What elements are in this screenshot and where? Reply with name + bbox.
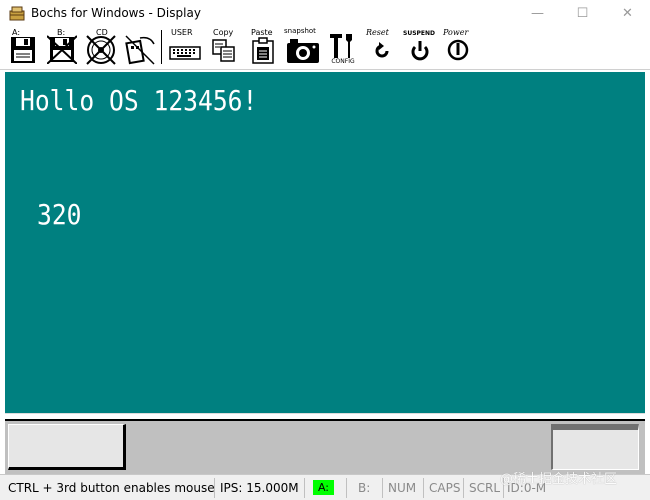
maximize-button[interactable]: ☐ — [560, 0, 605, 26]
reset-button[interactable]: Reset — [365, 28, 397, 66]
floppy-a-icon — [11, 37, 35, 63]
reset-label: Reset — [366, 28, 389, 37]
status-separator — [463, 478, 464, 498]
panel-box-right — [551, 424, 639, 470]
usb-device-icon — [125, 35, 155, 65]
caps-lock-indicator: CAPS — [429, 481, 461, 495]
suspend-label: SUSPEND — [403, 30, 436, 37]
status-separator — [382, 478, 383, 498]
tools-icon — [330, 34, 352, 58]
panel-box-left — [8, 424, 126, 470]
mouse-hint: CTRL + 3rd button enables mouse — [8, 481, 215, 495]
emulator-display[interactable]: Hollo OS 123456! 320 — [5, 72, 645, 413]
config-button[interactable]: CONFIG — [327, 28, 359, 66]
window-title: Bochs for Windows - Display — [31, 6, 201, 20]
camera-icon — [287, 39, 319, 63]
power-icon — [447, 39, 469, 61]
watermark: @稀土掘金技术社区 — [500, 472, 618, 487]
floppy-b-icon — [47, 35, 77, 64]
status-separator — [214, 478, 215, 498]
usb-button[interactable] — [124, 28, 156, 66]
toolbar-separator — [161, 30, 162, 64]
clipboard-icon — [252, 37, 274, 64]
config-label: CONFIG — [331, 58, 355, 65]
copy-icon — [212, 39, 235, 62]
title-bar: Bochs for Windows - Display — ☐ ✕ — [0, 0, 650, 26]
screen-text-line-2: 320 — [37, 198, 82, 231]
window-controls: — ☐ ✕ — [515, 0, 650, 26]
cdrom-button[interactable]: CD — [84, 28, 118, 66]
power-label: Power — [443, 28, 469, 37]
drive-a-indicator: A: — [313, 480, 334, 495]
copy-label: Copy — [213, 28, 234, 37]
status-separator — [346, 478, 347, 498]
status-separator — [423, 478, 424, 498]
cdrom-icon — [86, 35, 116, 65]
floppy-b-button[interactable]: B: — [45, 28, 77, 66]
power-button[interactable]: Power — [441, 28, 477, 66]
num-lock-indicator: NUM — [388, 481, 417, 495]
screen-text-line-1: Hollo OS 123456! — [20, 84, 258, 117]
snapshot-label: snapshot — [284, 27, 316, 35]
toolbar: A: B: CD USER Copy Paste snapshot CONFIG… — [0, 26, 650, 70]
keyboard-icon — [169, 46, 201, 60]
paste-label: Paste — [251, 28, 273, 37]
copy-button[interactable]: Copy — [209, 28, 239, 66]
paste-button[interactable]: Paste — [247, 28, 279, 66]
suspend-button[interactable]: SUSPEND — [403, 28, 437, 66]
floppy-a-button[interactable]: A: — [8, 28, 38, 66]
close-button[interactable]: ✕ — [605, 0, 650, 26]
status-separator — [304, 478, 305, 498]
scroll-lock-indicator: SCRL — [469, 481, 501, 495]
reset-arrow-icon — [375, 42, 389, 58]
drive-b-indicator: B: — [358, 481, 371, 495]
ips-indicator: IPS: 15.000M — [220, 481, 299, 495]
suspend-icon — [411, 41, 429, 61]
minimize-button[interactable]: — — [515, 0, 560, 26]
snapshot-button[interactable]: snapshot — [284, 27, 322, 66]
user-label: USER — [171, 28, 193, 37]
bochs-app-icon — [9, 5, 25, 21]
user-button[interactable]: USER — [169, 28, 201, 66]
